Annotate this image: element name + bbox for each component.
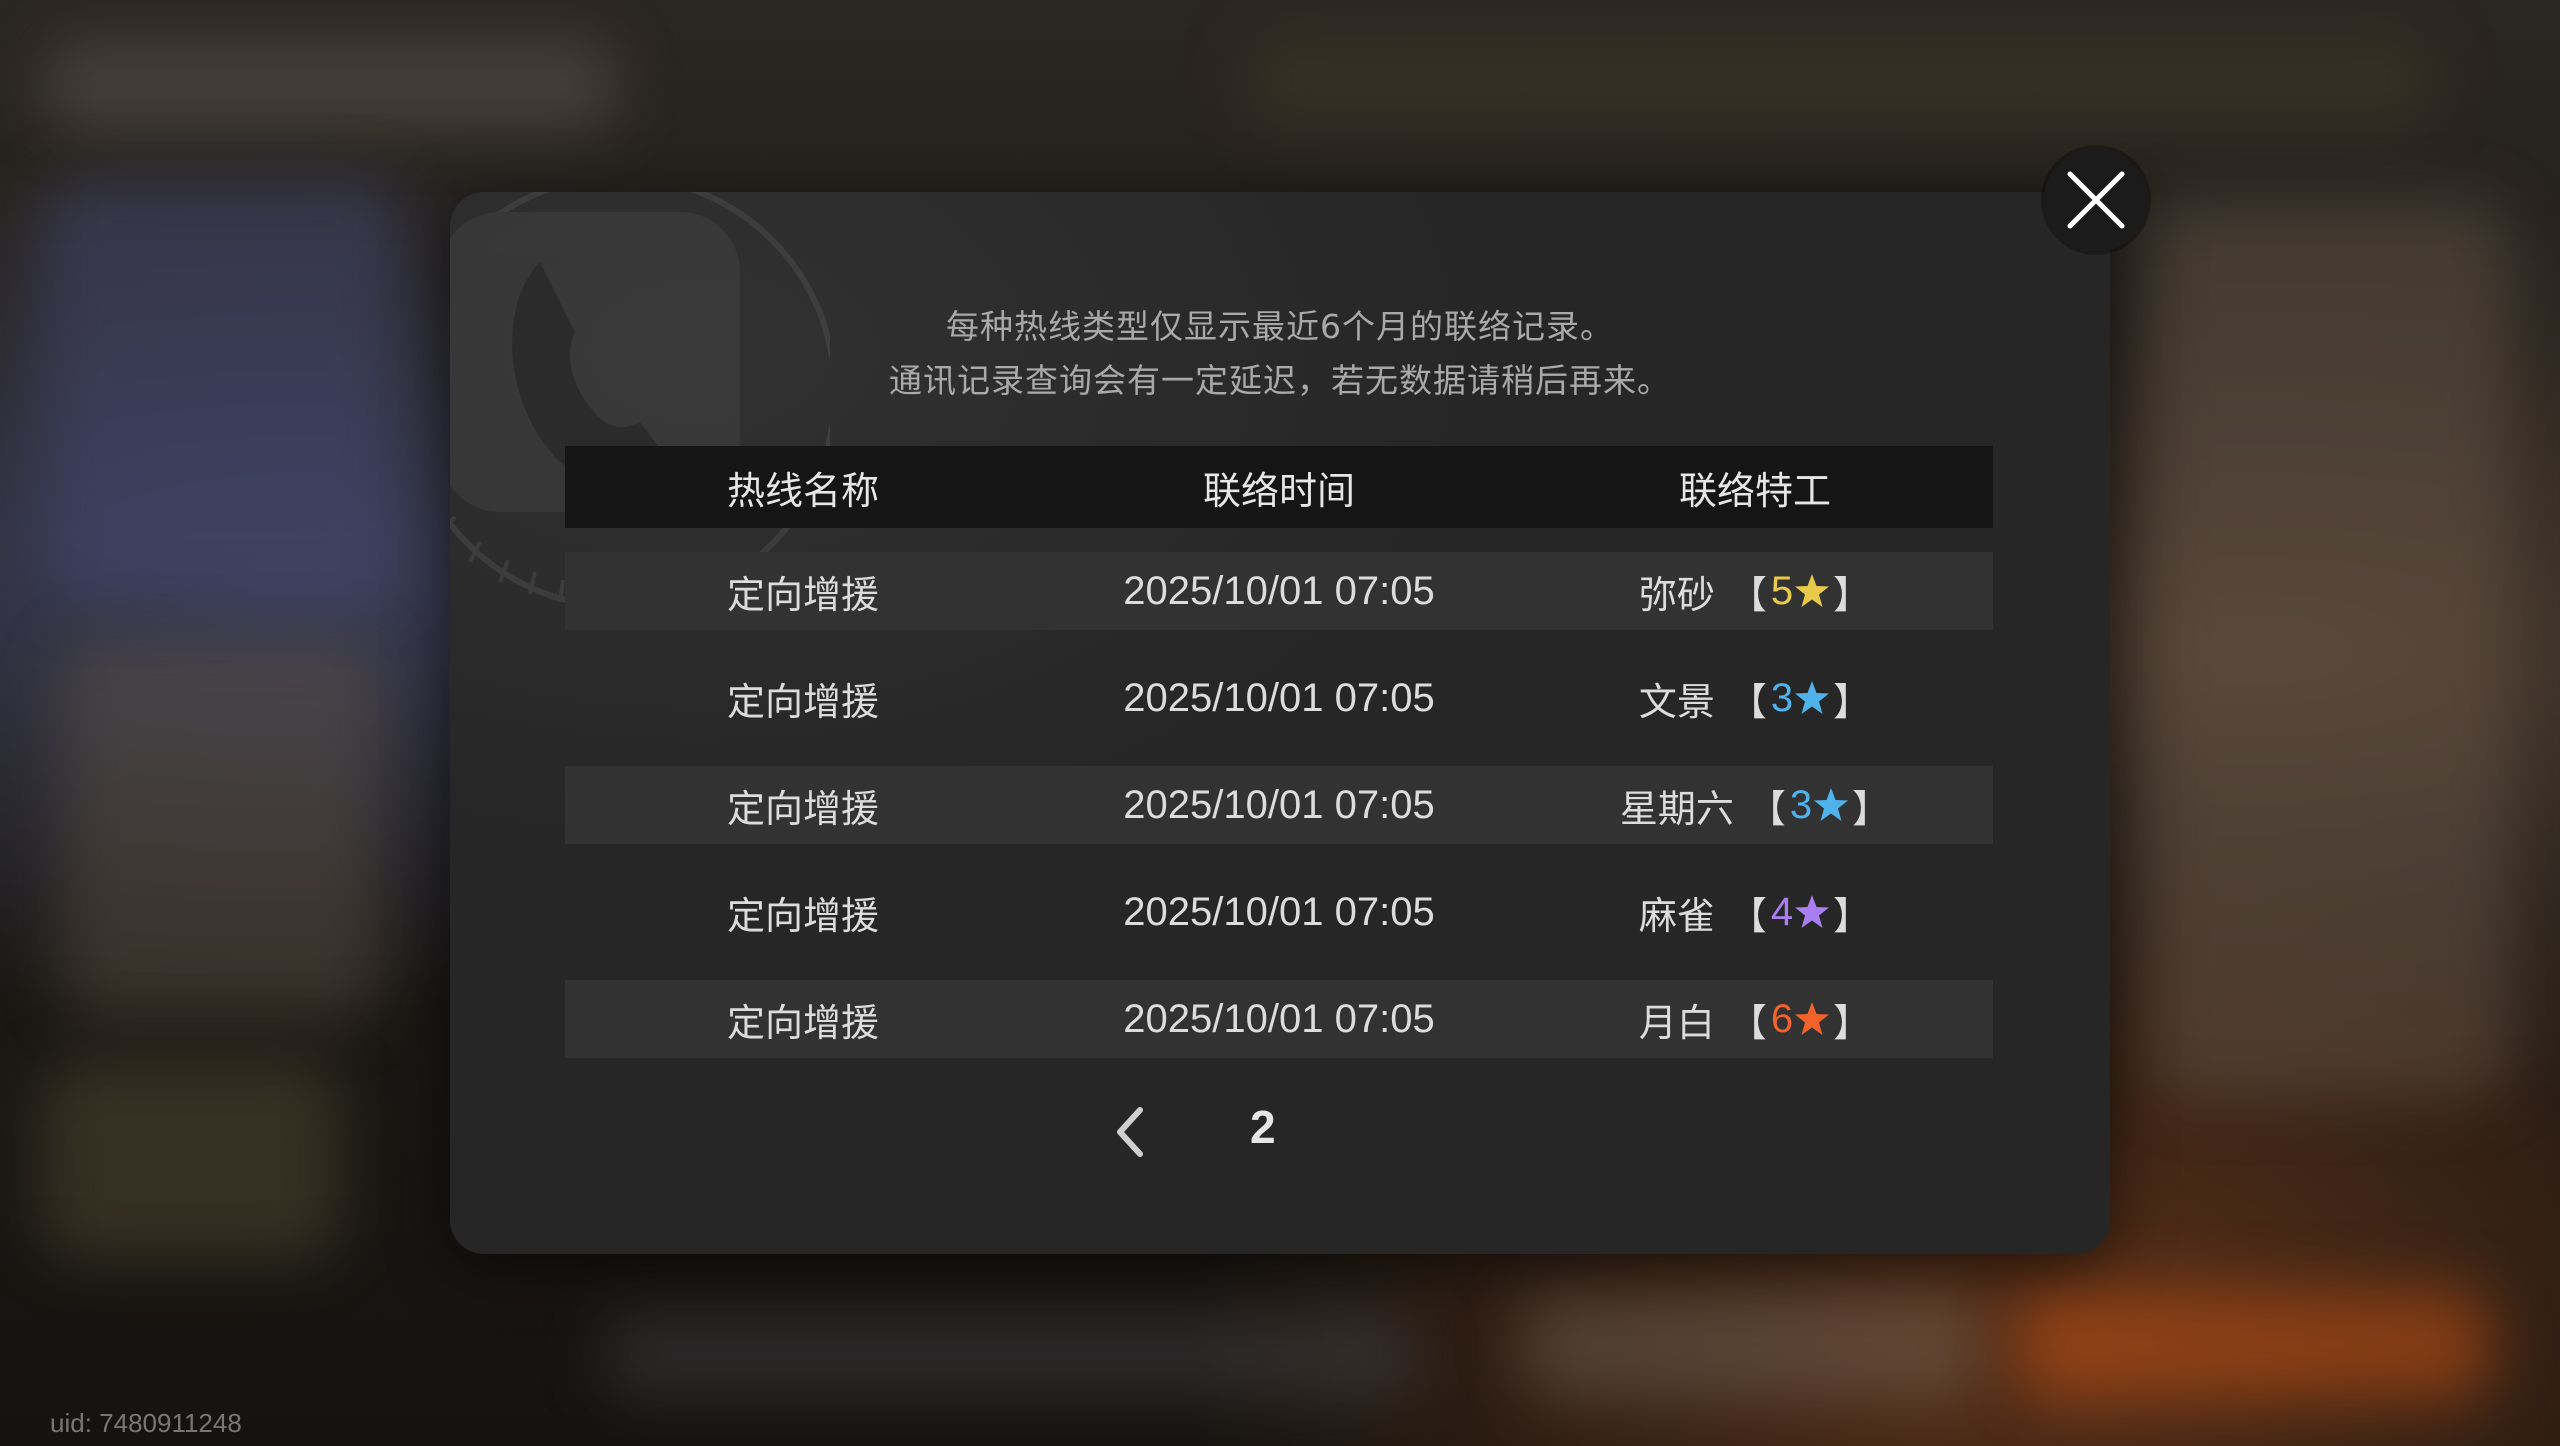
contact-record-dialog: 每种热线类型仅显示最近6个月的联络记录。 通讯记录查询会有一定延迟，若无数据请稍… xyxy=(450,192,2110,1254)
table-row: 定向增援 2025/10/01 07:05 月白【6 】 xyxy=(565,980,1993,1058)
cell-time: 2025/10/01 07:05 xyxy=(1123,782,1435,827)
agent-rarity: 6 xyxy=(1770,996,1794,1041)
cell-agent: 弥砂【5 】 xyxy=(1517,564,1993,619)
notice-line-1: 每种热线类型仅显示最近6个月的联络记录。 xyxy=(946,307,1614,346)
header-hotline-name: 热线名称 xyxy=(726,468,879,513)
background-button-grey xyxy=(1520,1290,1980,1400)
table-row: 定向增援 2025/10/01 07:05 麻雀【4 】 xyxy=(565,873,1993,951)
table-row: 定向增援 2025/10/01 07:05 星期六【3 】 xyxy=(565,766,1993,844)
star-icon xyxy=(1795,681,1830,714)
bracket-open: 【 xyxy=(1728,1000,1767,1045)
agent-rarity: 3 xyxy=(1770,675,1794,720)
background-top-right xyxy=(1240,30,2440,130)
cell-hotline: 定向增援 xyxy=(726,572,879,617)
prev-page-button[interactable] xyxy=(1090,1092,1170,1172)
bracket-open: 【 xyxy=(1728,893,1767,938)
cell-agent: 文景【3 】 xyxy=(1517,671,1993,726)
table-row: 定向增援 2025/10/01 07:05 文景【3 】 xyxy=(565,659,1993,737)
background-left-panel-lower xyxy=(60,640,380,1020)
star-icon xyxy=(1795,574,1830,607)
background-left-panel-bottom xyxy=(40,1060,340,1260)
contact-record-table: 热线名称 联络时间 联络特工 定向增援 2025/10/01 07:05 弥砂【5】… xyxy=(565,446,1993,1087)
agent-name: 月白 xyxy=(1638,1000,1715,1045)
header-contact-time: 联络时间 xyxy=(1202,468,1355,513)
table-row: 定向增援 2025/10/01 07:05 弥砂【5 】 xyxy=(565,552,1993,630)
background-topbar xyxy=(40,40,620,130)
background-bottom-bar xyxy=(600,1310,1420,1400)
header-contact-agent: 联络特工 xyxy=(1678,468,1831,513)
bracket-open: 【 xyxy=(1728,572,1767,617)
cell-hotline: 定向增援 xyxy=(726,893,879,938)
cell-hotline: 定向增援 xyxy=(726,786,879,831)
table-body: 定向增援 2025/10/01 07:05 弥砂【5】定向增援 2025/10/01 … xyxy=(565,552,1993,1058)
cell-hotline: 定向增援 xyxy=(726,1000,879,1045)
agent-name: 星期六 xyxy=(1619,786,1734,831)
background-button-orange xyxy=(2020,1290,2490,1400)
bracket-close: 】 xyxy=(1833,1000,1872,1045)
agent-name: 文景 xyxy=(1638,679,1715,724)
star-icon xyxy=(1795,1002,1830,1035)
pagination: 2 xyxy=(450,1092,2110,1172)
background-character xyxy=(2150,200,2510,1100)
star-icon xyxy=(1814,788,1849,821)
chevron-left-icon xyxy=(1117,1107,1143,1157)
bracket-close: 】 xyxy=(1833,679,1872,724)
bracket-close: 】 xyxy=(1852,786,1891,831)
cell-time: 2025/10/01 07:05 xyxy=(1123,568,1435,613)
cell-hotline: 定向增援 xyxy=(726,679,879,724)
cell-time: 2025/10/01 07:05 xyxy=(1123,996,1435,1041)
agent-rarity: 3 xyxy=(1789,782,1813,827)
close-icon xyxy=(2067,171,2125,229)
game-screen: uid: 7480911248 每种热线类型仅显示最近6个月的联络记录。 通讯记… xyxy=(0,0,2560,1446)
star-icon xyxy=(1795,895,1830,928)
cell-agent: 麻雀【4 】 xyxy=(1517,885,1993,940)
bracket-close: 】 xyxy=(1833,572,1872,617)
agent-name: 麻雀 xyxy=(1638,893,1715,938)
bracket-open: 【 xyxy=(1747,786,1786,831)
bracket-close: 】 xyxy=(1833,893,1872,938)
current-page: 2 xyxy=(1250,1101,1276,1153)
uid-label: uid: 7480911248 xyxy=(50,1408,242,1438)
agent-rarity: 5 xyxy=(1770,568,1794,613)
notice-line-2: 通讯记录查询会有一定延迟，若无数据请稍后再来。 xyxy=(889,361,1671,400)
background-left-panel xyxy=(40,180,400,600)
agent-rarity: 4 xyxy=(1770,889,1794,934)
table-header: 热线名称 联络时间 联络特工 xyxy=(565,446,1993,528)
cell-time: 2025/10/01 07:05 xyxy=(1123,675,1435,720)
close-button[interactable] xyxy=(2044,148,2148,252)
bracket-open: 【 xyxy=(1728,679,1767,724)
cell-agent: 月白【6 】 xyxy=(1517,992,1993,1047)
agent-name: 弥砂 xyxy=(1638,572,1715,617)
cell-agent: 星期六【3 】 xyxy=(1517,778,1993,833)
cell-time: 2025/10/01 07:05 xyxy=(1123,889,1435,934)
